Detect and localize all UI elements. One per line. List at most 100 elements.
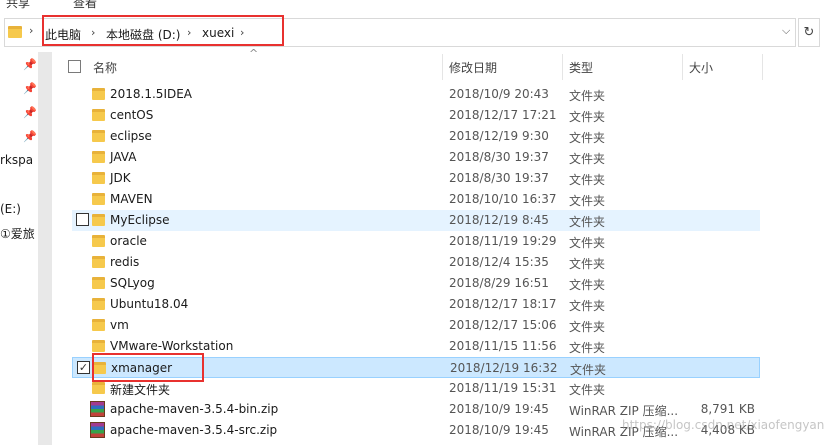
file-name: SQLyog: [110, 276, 155, 290]
winrar-zip-icon: [90, 422, 105, 438]
file-name: JAVA: [110, 150, 137, 164]
watermark: https://blog.csdn.net/xiaofengyan: [622, 418, 825, 432]
file-row[interactable]: centOS 2018/12/17 17:21 文件夹: [72, 105, 760, 126]
folder-icon: [92, 319, 105, 331]
folder-icon: [92, 256, 105, 268]
file-name: eclipse: [110, 129, 152, 143]
file-date: 2018/12/19 9:30: [449, 129, 549, 143]
pin-icon[interactable]: 📌: [23, 106, 37, 119]
file-type: 文件夹: [569, 383, 606, 397]
file-date: 2018/8/30 19:37: [449, 150, 549, 164]
select-all-checkbox[interactable]: [68, 60, 81, 73]
file-type: 文件夹: [569, 152, 606, 166]
file-size: 8,791 KB: [700, 402, 755, 416]
file-type: 文件夹: [569, 278, 606, 292]
column-header-size[interactable]: 大小: [689, 59, 713, 76]
folder-icon: [92, 172, 105, 184]
pin-icon[interactable]: 📌: [23, 58, 37, 71]
folder-icon: [92, 214, 105, 226]
tab-view[interactable]: 查看: [73, 0, 97, 11]
file-date: 2018/12/19 8:45: [449, 213, 549, 227]
file-row[interactable]: redis 2018/12/4 15:35 文件夹: [72, 252, 760, 273]
file-date: 2018/11/15 11:56: [449, 339, 557, 353]
file-date: 2018/10/9 20:43: [449, 87, 549, 101]
column-divider[interactable]: [762, 54, 763, 80]
folder-icon: [92, 130, 105, 142]
nav-item-workspace[interactable]: rkspa: [0, 153, 33, 167]
file-date: 2018/10/9 19:45: [449, 402, 549, 416]
file-name: 2018.1.5IDEA: [110, 87, 193, 101]
file-date: 2018/8/29 16:51: [449, 276, 549, 290]
file-type: 文件夹: [569, 215, 606, 229]
file-name: MyEclipse: [110, 213, 170, 227]
nav-item-travel[interactable]: ①爱旅: [0, 225, 35, 242]
file-row[interactable]: oracle 2018/11/19 19:29 文件夹: [72, 231, 760, 252]
file-row[interactable]: apache-maven-3.5.4-bin.zip 2018/10/9 19:4…: [72, 399, 760, 420]
file-row[interactable]: JAVA 2018/8/30 19:37 文件夹: [72, 147, 760, 168]
column-header-type[interactable]: 类型: [569, 59, 593, 76]
folder-icon: [8, 26, 22, 38]
column-header-date[interactable]: 修改日期: [449, 59, 497, 76]
file-type: 文件夹: [569, 320, 606, 334]
file-name: oracle: [110, 234, 147, 248]
file-date: 2018/12/19 16:32: [450, 361, 558, 375]
file-date: 2018/11/19 15:31: [449, 381, 557, 395]
nav-scrollbar[interactable]: [38, 52, 52, 445]
file-type: 文件夹: [570, 363, 607, 377]
file-type: 文件夹: [569, 194, 606, 208]
file-type: 文件夹: [569, 236, 606, 250]
file-type: 文件夹: [569, 173, 606, 187]
tab-share[interactable]: 共享: [6, 0, 30, 11]
file-row[interactable]: MAVEN 2018/10/10 16:37 文件夹: [72, 189, 760, 210]
row-checkbox[interactable]: [76, 213, 89, 226]
file-date: 2018/12/17 18:17: [449, 297, 557, 311]
folder-icon: [92, 109, 105, 121]
file-type: 文件夹: [569, 257, 606, 271]
chevron-right-icon[interactable]: ›: [29, 24, 33, 37]
file-type: 文件夹: [569, 341, 606, 355]
file-name: Ubuntu18.04: [110, 297, 189, 311]
file-name: MAVEN: [110, 192, 153, 206]
nav-item-drive-e[interactable]: (E:): [0, 202, 21, 216]
file-type: 文件夹: [569, 131, 606, 145]
file-row[interactable]: JDK 2018/8/30 19:37 文件夹: [72, 168, 760, 189]
file-row[interactable]: vm 2018/12/17 15:06 文件夹: [72, 315, 760, 336]
file-type: 文件夹: [569, 299, 606, 313]
file-date: 2018/12/17 17:21: [449, 108, 557, 122]
file-row[interactable]: Ubuntu18.04 2018/12/17 18:17 文件夹: [72, 294, 760, 315]
folder-icon: [92, 88, 105, 100]
winrar-zip-icon: [90, 401, 105, 417]
file-date: 2018/12/4 15:35: [449, 255, 549, 269]
address-annotation-box: [42, 15, 284, 46]
file-date: 2018/10/9 19:45: [449, 423, 549, 437]
sort-ascending-icon: ^: [249, 47, 259, 60]
refresh-button[interactable]: ↻: [798, 18, 820, 47]
file-date: 2018/12/17 15:06: [449, 318, 557, 332]
file-name: apache-maven-3.5.4-src.zip: [110, 423, 278, 437]
ribbon-tabs: 共享 查看: [0, 0, 830, 12]
file-name: apache-maven-3.5.4-bin.zip: [110, 402, 279, 416]
row-checkbox[interactable]: ✓: [77, 361, 90, 374]
pin-icon[interactable]: 📌: [23, 130, 37, 143]
file-type: 文件夹: [569, 89, 606, 103]
folder-icon: [92, 298, 105, 310]
column-divider[interactable]: [682, 54, 683, 80]
file-date: 2018/11/19 19:29: [449, 234, 557, 248]
pin-icon[interactable]: 📌: [23, 82, 37, 95]
file-row[interactable]: 2018.1.5IDEA 2018/10/9 20:43 文件夹: [72, 84, 760, 105]
selection-annotation-box: [92, 353, 204, 382]
file-name: vm: [110, 318, 129, 332]
chevron-down-icon[interactable]: ⌵: [782, 24, 790, 38]
file-name: JDK: [110, 171, 131, 185]
folder-icon: [92, 382, 105, 394]
column-divider[interactable]: [562, 54, 563, 80]
column-header-row: ^ 名称 修改日期 类型 大小: [60, 47, 830, 80]
column-header-name[interactable]: 名称: [93, 59, 117, 76]
file-row[interactable]: MyEclipse 2018/12/19 8:45 文件夹: [72, 210, 760, 231]
file-row[interactable]: SQLyog 2018/8/29 16:51 文件夹: [72, 273, 760, 294]
file-list: 2018.1.5IDEA 2018/10/9 20:43 文件夹 centOS 2018…: [62, 84, 830, 445]
file-row[interactable]: eclipse 2018/12/19 9:30 文件夹: [72, 126, 760, 147]
column-divider[interactable]: [442, 54, 443, 80]
folder-icon: [92, 235, 105, 247]
file-name: centOS: [110, 108, 154, 122]
